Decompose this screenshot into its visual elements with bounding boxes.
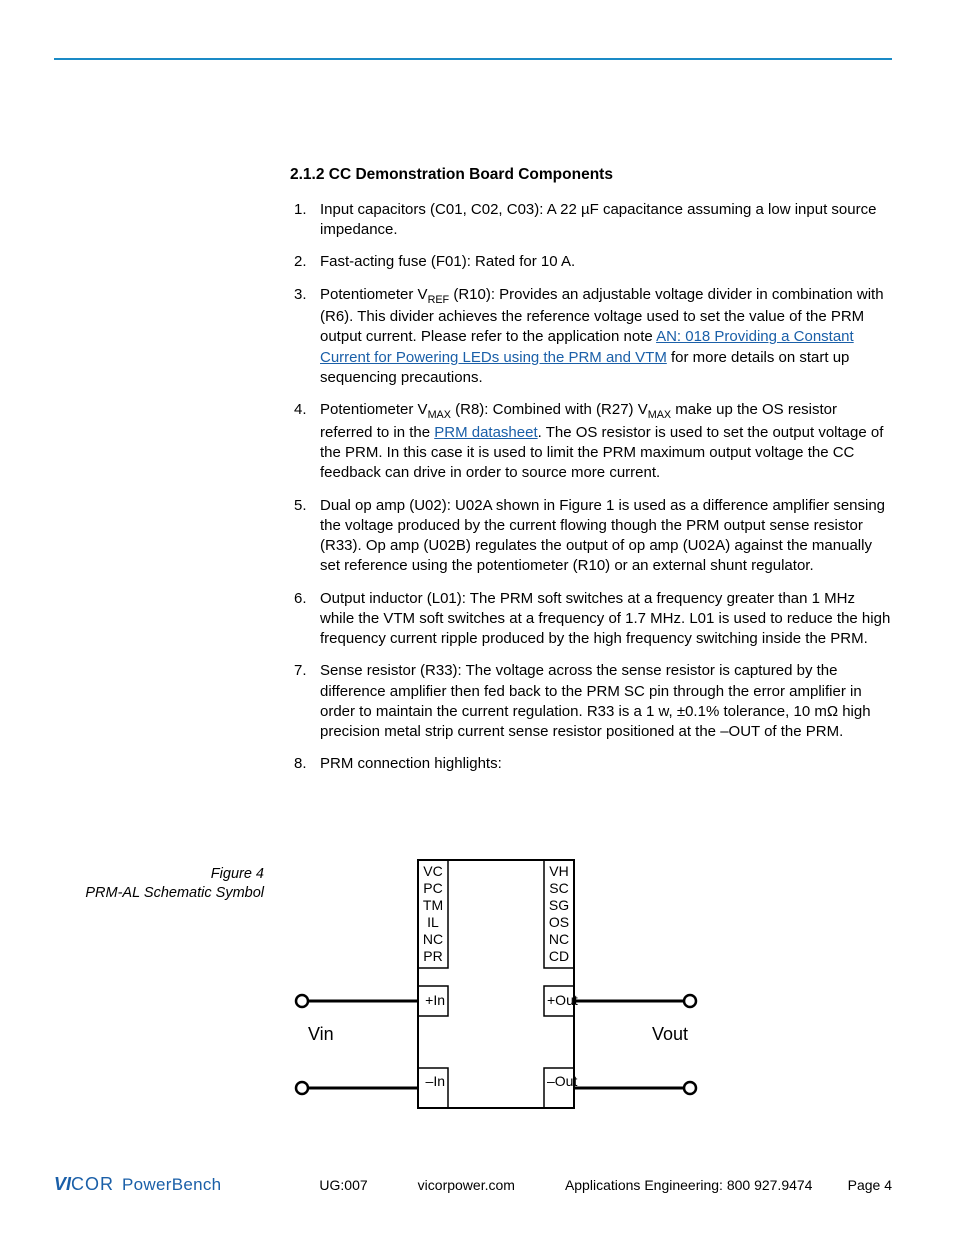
- subscript: REF: [428, 294, 450, 306]
- logo-powerbench: PowerBench: [122, 1175, 221, 1194]
- main-content: 2.1.2 CC Demonstration Board Components …: [290, 165, 892, 787]
- list-item: 6. Output inductor (L01): The PRM soft s…: [290, 589, 892, 650]
- label-vout: Vout: [652, 1024, 688, 1044]
- subscript: MAX: [648, 409, 671, 421]
- pin-vc: VC: [423, 863, 442, 879]
- label-out-neg: –Out: [547, 1073, 577, 1089]
- pin-sc: SC: [549, 880, 568, 896]
- component-list: 1. Input capacitors (C01, C02, C03): A 2…: [290, 200, 892, 775]
- item-number: 1.: [290, 200, 320, 241]
- figure-number: Figure 4: [64, 865, 264, 884]
- item-text: Dual op amp (U02): U02A shown in Figure …: [320, 496, 892, 577]
- item-number: 2.: [290, 252, 320, 272]
- schematic-figure: VC PC TM IL NC PR VH SC SG OS NC CD +In …: [290, 858, 700, 1118]
- list-item: 5. Dual op amp (U02): U02A shown in Figu…: [290, 496, 892, 577]
- item-number: 5.: [290, 496, 320, 577]
- schematic-svg: VC PC TM IL NC PR VH SC SG OS NC CD +In …: [290, 858, 700, 1118]
- vicor-logo: VICOR PowerBench: [54, 1174, 221, 1195]
- pin-nc: NC: [423, 931, 443, 947]
- list-item: 7. Sense resistor (R33): The voltage acr…: [290, 661, 892, 742]
- item-text: Output inductor (L01): The PRM soft swit…: [320, 589, 892, 650]
- item-text: PRM connection highlights:: [320, 754, 892, 774]
- footer-page: Page 4: [848, 1177, 892, 1193]
- item-number: 8.: [290, 754, 320, 774]
- label-in-neg: –In: [426, 1073, 445, 1089]
- pin-cd: CD: [549, 948, 569, 964]
- pin-pc: PC: [423, 880, 442, 896]
- list-item: 2. Fast-acting fuse (F01): Rated for 10 …: [290, 252, 892, 272]
- logo-cor: COR: [71, 1174, 114, 1194]
- text-run: (R8): Combined with (R27) V: [451, 401, 648, 418]
- logo-vi: VI: [54, 1174, 71, 1194]
- item-text: Potentiometer VMAX (R8): Combined with (…: [320, 400, 892, 483]
- pin-sg: SG: [549, 897, 569, 913]
- pin-pr: PR: [423, 948, 442, 964]
- list-item: 4. Potentiometer VMAX (R8): Combined wit…: [290, 400, 892, 483]
- item-number: 7.: [290, 661, 320, 742]
- item-number: 4.: [290, 400, 320, 483]
- item-number: 6.: [290, 589, 320, 650]
- figure-caption: Figure 4 PRM-AL Schematic Symbol: [64, 865, 264, 903]
- pin-nc2: NC: [549, 931, 569, 947]
- page-footer: VICOR PowerBench UG:007 vicorpower.com A…: [54, 1174, 892, 1195]
- pin-tm: TM: [423, 897, 443, 913]
- list-item: 1. Input capacitors (C01, C02, C03): A 2…: [290, 200, 892, 241]
- text-run: Potentiometer V: [320, 286, 428, 303]
- item-text: Potentiometer VREF (R10): Provides an ad…: [320, 285, 892, 389]
- pin-vh: VH: [549, 863, 568, 879]
- pin-os: OS: [549, 914, 569, 930]
- top-rule: [54, 58, 892, 60]
- item-number: 3.: [290, 285, 320, 389]
- label-out-pos: +Out: [547, 992, 578, 1008]
- figure-title: PRM-AL Schematic Symbol: [64, 884, 264, 903]
- pin-il: IL: [427, 914, 439, 930]
- item-text: Input capacitors (C01, C02, C03): A 22 µ…: [320, 200, 892, 241]
- footer-ug: UG:007: [319, 1177, 367, 1193]
- list-item: 8. PRM connection highlights:: [290, 754, 892, 774]
- item-text: Fast-acting fuse (F01): Rated for 10 A.: [320, 252, 892, 272]
- list-item: 3. Potentiometer VREF (R10): Provides an…: [290, 285, 892, 389]
- label-vin: Vin: [308, 1024, 334, 1044]
- text-run: Potentiometer V: [320, 401, 428, 418]
- section-heading: 2.1.2 CC Demonstration Board Components: [290, 165, 892, 186]
- label-in-pos: +In: [425, 992, 445, 1008]
- footer-url: vicorpower.com: [418, 1177, 515, 1193]
- prm-datasheet-link[interactable]: PRM datasheet: [434, 424, 537, 441]
- footer-app-eng: Applications Engineering: 800 927.9474: [565, 1177, 813, 1193]
- item-text: Sense resistor (R33): The voltage across…: [320, 661, 892, 742]
- subscript: MAX: [428, 409, 451, 421]
